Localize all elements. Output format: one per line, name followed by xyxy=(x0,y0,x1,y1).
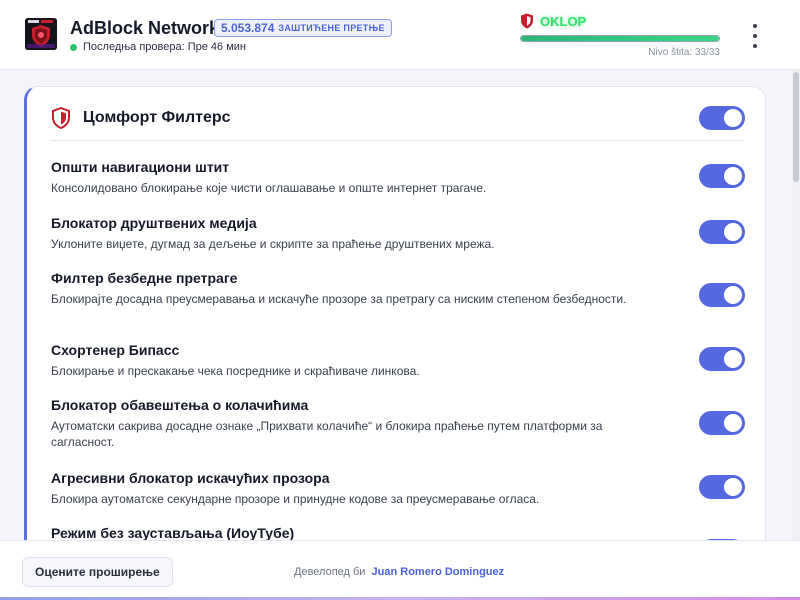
developer-prefix: Девелопед би xyxy=(294,566,366,578)
filter-item-shortener-bypass: Схортенер Бипасс Блокирање и прескакање … xyxy=(51,342,651,379)
shield-status-label: OKLOP xyxy=(540,13,587,29)
app-title: AdBlock Network xyxy=(70,18,220,38)
filter-item-safe-search: Филтер безбедне претраге Блокирајте доса… xyxy=(51,270,651,307)
filter-title: Блокатор обавештења о колачићима xyxy=(51,397,309,413)
app-logo xyxy=(25,18,57,50)
filter-toggle-general-navigation[interactable] xyxy=(699,164,745,188)
filter-item-popup-blocker: Агресивни блокатор искачућих прозора Бло… xyxy=(51,470,651,507)
filter-title: Режим без заустављања (ИоуТубе) xyxy=(51,525,295,541)
scrollbar-thumb[interactable] xyxy=(793,72,799,182)
filter-toggle-shortener-bypass[interactable] xyxy=(699,347,745,371)
filter-description: Блокира аутоматске секундарне прозоре и … xyxy=(51,492,540,506)
shield-level-text: Nivo štita: 33/33 xyxy=(648,47,720,58)
filter-title: Агресивни блокатор искачућих прозора xyxy=(51,470,330,486)
threat-count: 5.053.874 xyxy=(221,21,275,35)
filter-description: Блокирање и прескакање чека посреднике и… xyxy=(51,364,420,378)
filter-toggle-popup-blocker[interactable] xyxy=(699,475,745,499)
card-header: Цомфорт Филтерс xyxy=(51,107,231,129)
app-footer: Оцените проширење Девелопед би Juan Rome… xyxy=(0,540,800,600)
filter-toggle-safe-search[interactable] xyxy=(699,283,745,307)
filter-description: Уклоните виџете, дугмад за дељење и скри… xyxy=(51,237,495,251)
filter-title: Схортенер Бипасс xyxy=(51,342,180,358)
shield-icon xyxy=(521,13,533,29)
app-header: AdBlock Network 5.053.874 ЗАШТИЋЕНЕ ПРЕТ… xyxy=(0,0,800,70)
last-check-status: Последња провера: Пре 46 мин xyxy=(70,41,246,53)
status-dot-icon xyxy=(70,43,77,51)
filter-description: Консолидовано блокирање које чисти оглаш… xyxy=(51,181,487,195)
filter-title: Блокатор друштвених медија xyxy=(51,215,257,231)
shield-status: OKLOP xyxy=(520,13,586,29)
filter-description: Аутоматски сакрива досадне ознаке „Прихв… xyxy=(51,419,603,449)
filter-item-social-media: Блокатор друштвених медија Уклоните виџе… xyxy=(51,215,651,252)
shield-level-progress xyxy=(520,35,720,42)
rate-extension-button[interactable]: Оцените проширење xyxy=(22,557,173,587)
filter-toggle-social-media[interactable] xyxy=(699,220,745,244)
developer-link[interactable]: Juan Romero Dominguez xyxy=(372,566,505,578)
filter-title: Општи навигациони штит xyxy=(51,159,230,175)
shield-icon xyxy=(52,107,70,129)
developer-credit: Девелопед би Juan Romero Dominguez xyxy=(294,566,504,578)
last-check-text: Последња провера: Пре 46 мин xyxy=(83,41,246,53)
filter-item-cookie-notices: Блокатор обавештења о колачићима Аутомат… xyxy=(51,397,651,450)
filter-description: Блокирајте досадна преусмеравања и искач… xyxy=(51,292,627,306)
threat-label: ЗАШТИЋЕНЕ ПРЕТЊЕ xyxy=(278,23,385,33)
card-divider xyxy=(51,140,743,141)
filter-item-general-navigation: Општи навигациони штит Консолидовано бло… xyxy=(51,159,651,196)
threats-blocked-badge: 5.053.874 ЗАШТИЋЕНЕ ПРЕТЊЕ xyxy=(214,19,392,37)
filter-title: Филтер безбедне претраге xyxy=(51,270,238,286)
comfort-filters-card: Цомфорт Филтерс Општи навигациони штит К… xyxy=(24,86,766,566)
filter-toggle-cookie-notices[interactable] xyxy=(699,411,745,435)
card-title: Цомфорт Филтерс xyxy=(83,109,231,126)
shield-level-fill xyxy=(521,36,719,41)
more-options-icon[interactable] xyxy=(746,24,764,48)
master-filter-toggle[interactable] xyxy=(699,106,745,130)
